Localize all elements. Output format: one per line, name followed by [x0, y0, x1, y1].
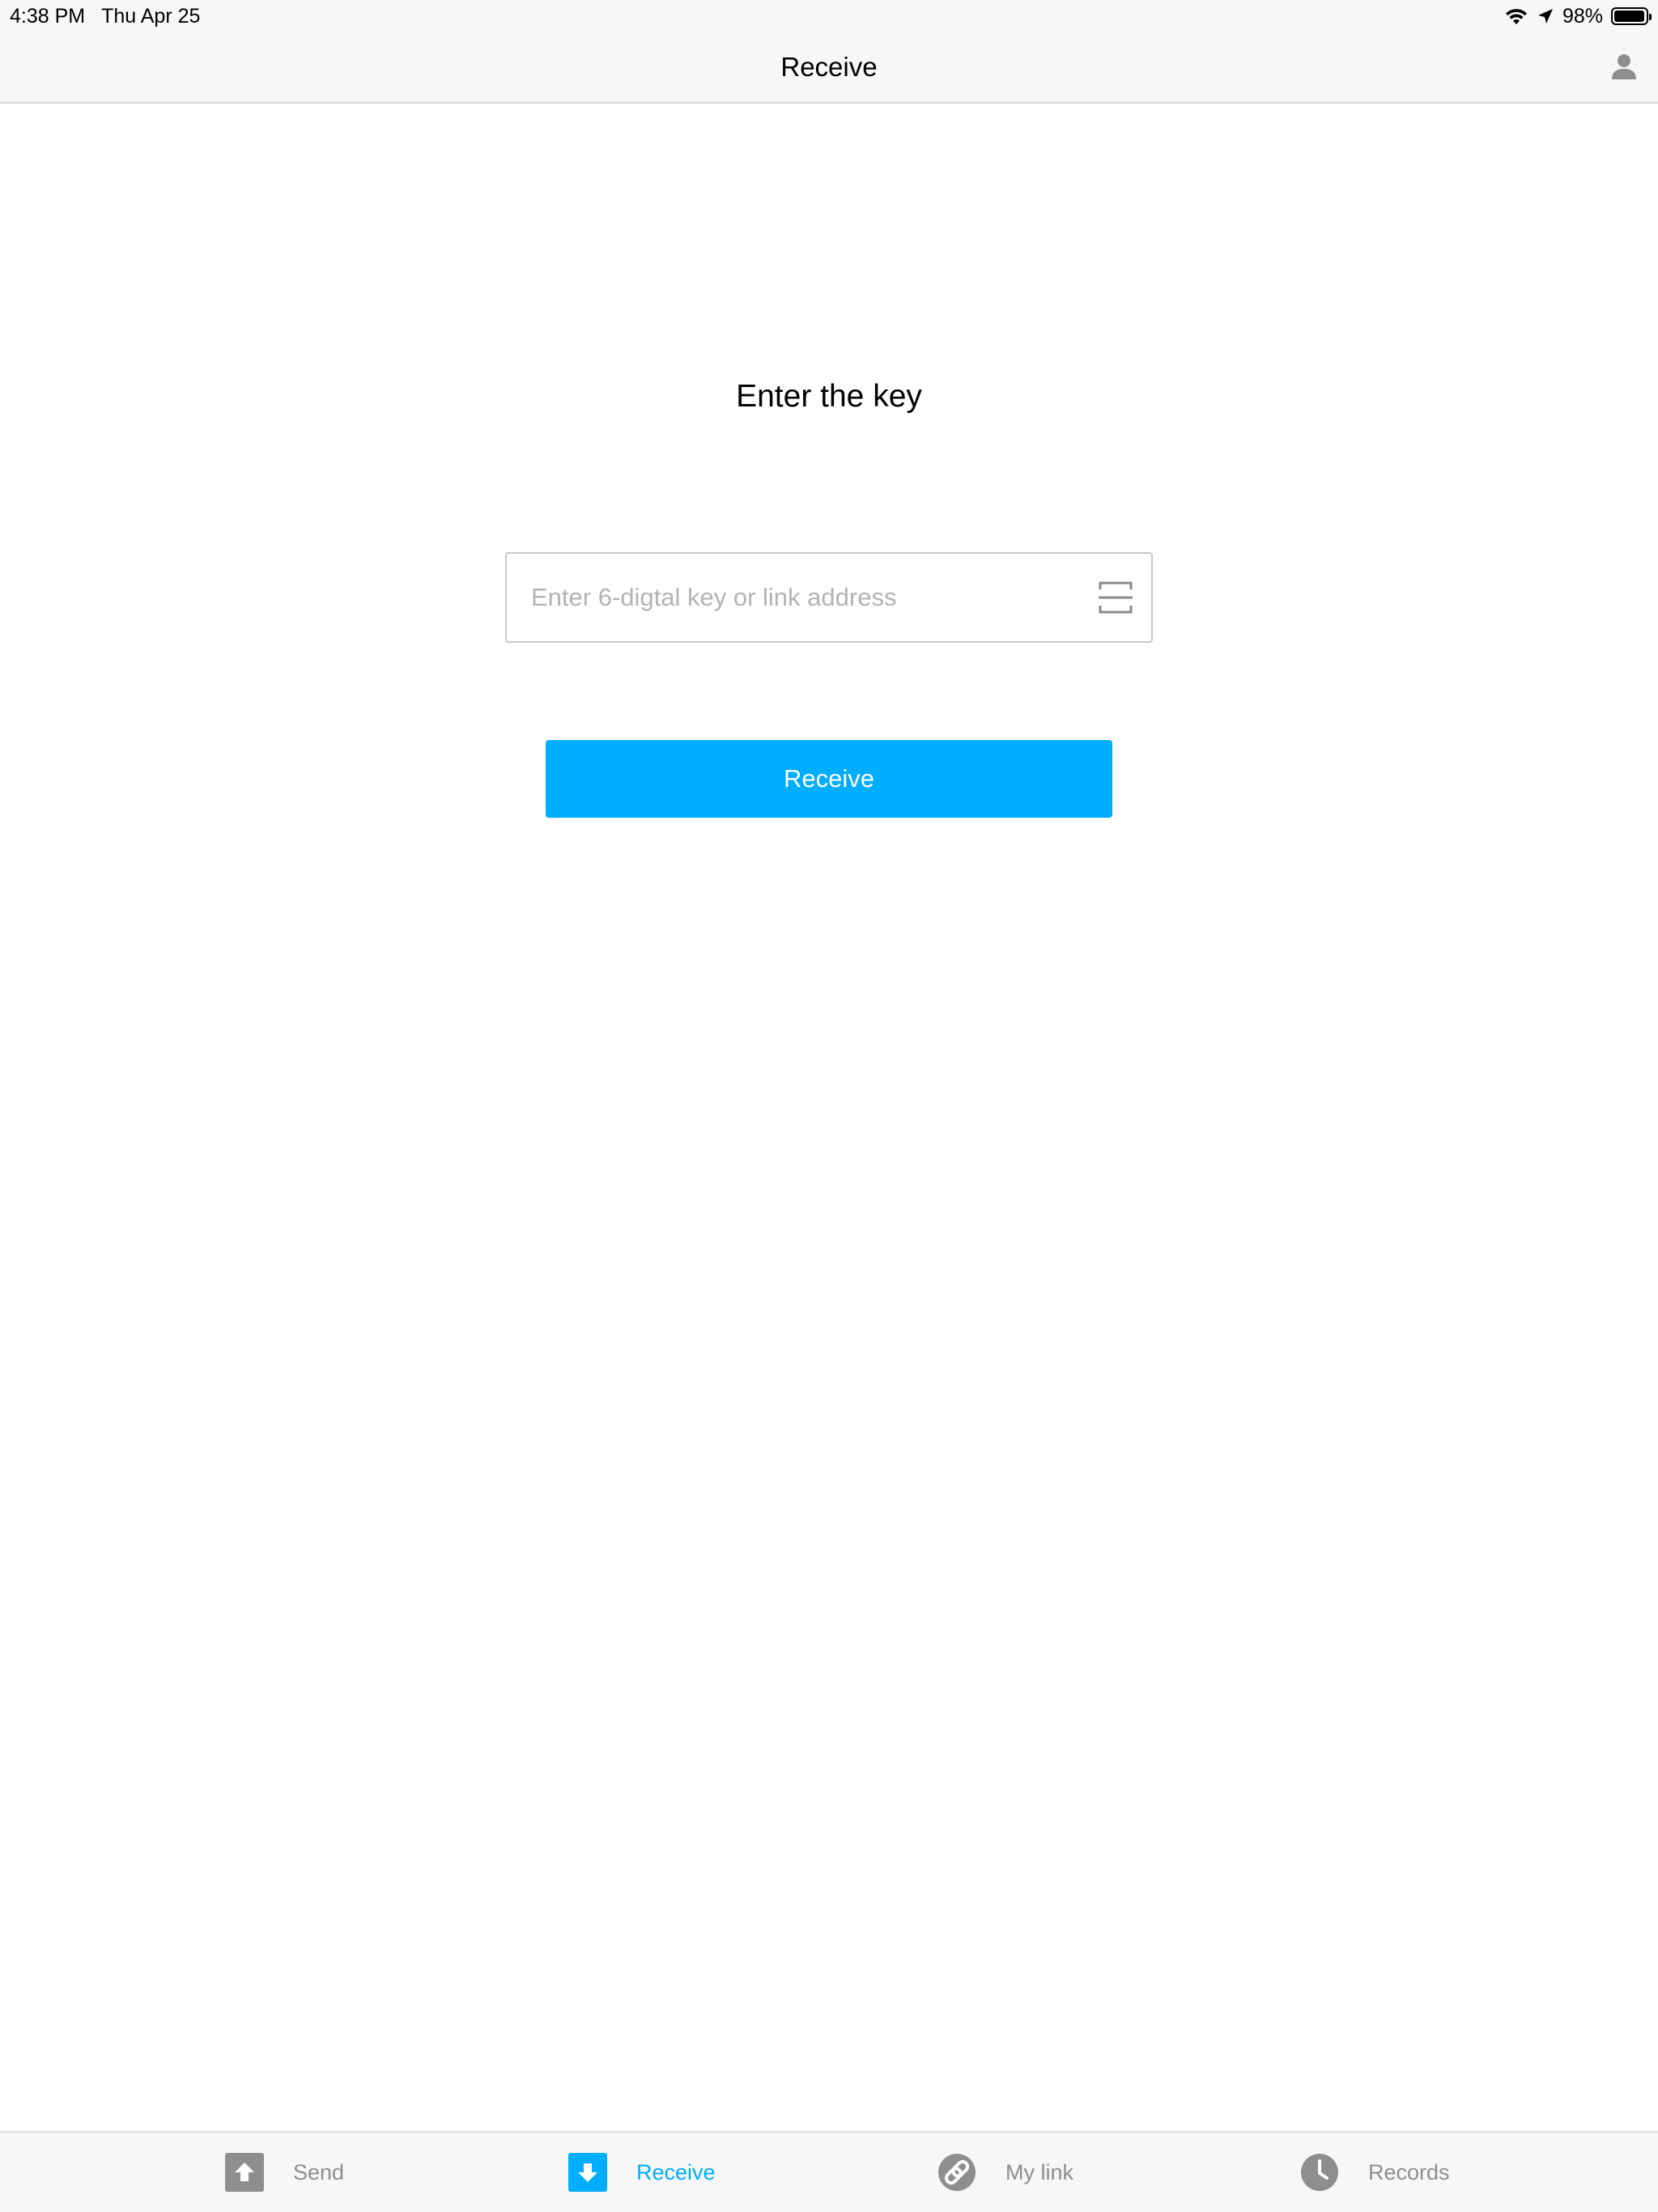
status-left: 4:38 PM Thu Apr 25 — [10, 3, 200, 29]
scan-button[interactable] — [1098, 580, 1133, 615]
wifi-icon — [1504, 6, 1528, 26]
scan-icon — [1098, 581, 1133, 619]
status-date: Thu Apr 25 — [101, 5, 201, 28]
clock-icon — [1300, 2153, 1339, 2192]
tab-my-link[interactable]: My link — [937, 2133, 1073, 2212]
tab-records[interactable]: Records — [1300, 2133, 1450, 2212]
person-icon — [1609, 52, 1639, 85]
link-icon — [937, 2153, 976, 2192]
tab-my-link-label: My link — [1005, 2159, 1074, 2184]
status-right: 98% — [1504, 3, 1652, 29]
upload-arrow-icon — [225, 2153, 264, 2192]
tab-receive-label: Receive — [636, 2159, 716, 2184]
key-input[interactable] — [531, 554, 1082, 641]
location-arrow-icon — [1537, 7, 1554, 25]
profile-button[interactable] — [1606, 50, 1642, 86]
page-title: Receive — [780, 52, 878, 82]
battery-fill — [1614, 11, 1645, 22]
nav-bar: Receive — [0, 32, 1658, 104]
enter-key-heading: Enter the key — [736, 379, 922, 414]
tab-send-label: Send — [293, 2159, 345, 2184]
battery-icon — [1611, 7, 1652, 25]
key-input-container — [505, 552, 1153, 643]
status-time: 4:38 PM — [10, 5, 86, 28]
receive-button[interactable]: Receive — [546, 740, 1112, 818]
status-bar: 4:38 PM Thu Apr 25 98% — [0, 0, 1658, 32]
download-arrow-icon — [568, 2153, 607, 2192]
tab-receive[interactable]: Receive — [568, 2133, 716, 2212]
tab-records-label: Records — [1368, 2159, 1450, 2184]
battery-percent: 98% — [1562, 5, 1603, 28]
tab-send[interactable]: Send — [225, 2133, 344, 2212]
tab-bar: Send Receive My link Records — [0, 2131, 1658, 2212]
